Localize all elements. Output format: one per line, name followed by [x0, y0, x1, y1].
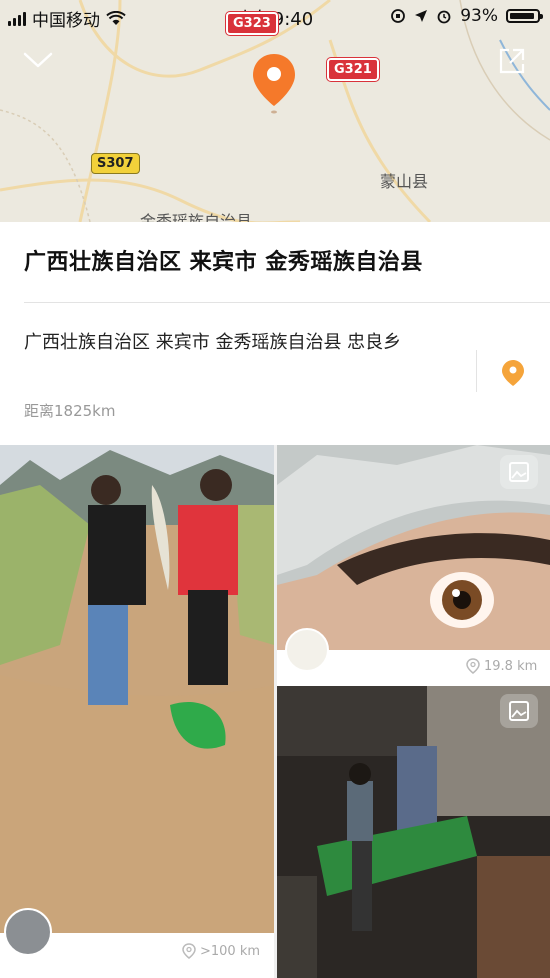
photo-image	[277, 686, 550, 978]
battery-icon	[506, 9, 543, 23]
location-title: 广西壮族自治区 来宾市 金秀瑶族自治县	[24, 250, 423, 275]
post-photo[interactable]	[0, 445, 274, 933]
map-place-label: 蒙山县	[380, 172, 429, 191]
chevron-down-icon	[23, 52, 53, 68]
full-address: 广西壮族自治区 来宾市 金秀瑶族自治县 忠良乡	[24, 332, 402, 353]
image-icon	[509, 701, 529, 721]
post-distance: 19.8 km	[466, 658, 537, 674]
map-pin-icon	[253, 54, 295, 114]
collapse-button[interactable]	[22, 48, 54, 76]
divider	[476, 350, 477, 392]
distance-label: 距离1825km	[24, 402, 116, 420]
map-place-label: 金秀瑶族自治县	[140, 212, 253, 222]
image-icon	[509, 462, 529, 482]
navigate-button[interactable]	[502, 360, 524, 390]
avatar[interactable]	[285, 628, 329, 672]
map-view[interactable]: 中国移动 上午9:40 93%	[0, 0, 550, 222]
post-distance-label: 19.8 km	[484, 658, 538, 674]
divider	[24, 302, 550, 303]
road-badge-g321: G321	[327, 58, 379, 81]
avatar[interactable]	[4, 908, 52, 956]
location-icon	[182, 943, 196, 959]
media-badge	[500, 694, 538, 728]
location-arrow-icon	[415, 10, 428, 22]
share-button[interactable]	[497, 46, 527, 80]
post-photo[interactable]	[277, 686, 550, 978]
location-card: 广西壮族自治区 来宾市 金秀瑶族自治县 广西壮族自治区 来宾市 金秀瑶族自治县 …	[0, 222, 550, 445]
media-badge	[500, 455, 538, 489]
road-badge-g323: G323	[226, 12, 278, 35]
battery-percent: 93%	[460, 6, 498, 26]
share-external-icon	[499, 48, 525, 74]
photo-image	[0, 445, 274, 933]
post-distance: >100 km	[182, 943, 260, 959]
orientation-lock-icon	[391, 9, 406, 23]
post-distance-label: >100 km	[200, 943, 261, 959]
alarm-icon	[437, 10, 451, 24]
post-photo[interactable]	[277, 445, 550, 650]
location-icon	[466, 658, 480, 674]
location-pin-icon	[502, 360, 524, 386]
road-badge-s307: S307	[91, 153, 140, 174]
